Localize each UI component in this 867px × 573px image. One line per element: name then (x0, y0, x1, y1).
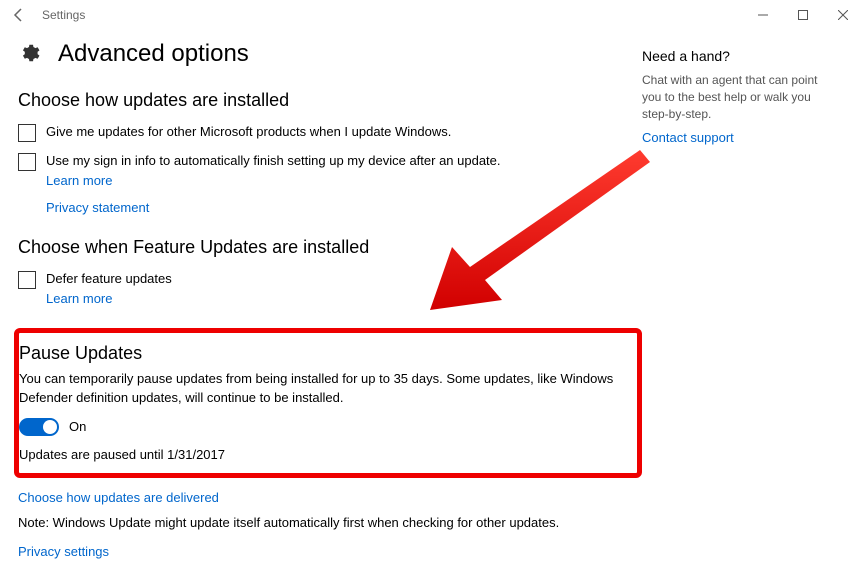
minimize-button[interactable] (743, 0, 783, 30)
close-button[interactable] (823, 0, 863, 30)
update-note: Note: Windows Update might update itself… (18, 515, 642, 530)
maximize-button[interactable] (783, 0, 823, 30)
checkbox-label: Defer feature updates (46, 270, 172, 289)
main-panel: Advanced options Choose how updates are … (18, 40, 642, 559)
window-titlebar: Settings (0, 0, 867, 30)
arrow-left-icon (11, 7, 27, 23)
checkbox-label: Use my sign in info to automatically fin… (46, 152, 501, 171)
pause-status-text: Updates are paused until 1/31/2017 (19, 446, 627, 465)
side-heading: Need a hand? (642, 48, 837, 64)
checkbox-sign-in-info[interactable] (18, 153, 36, 171)
section-heading: Choose when Feature Updates are installe… (18, 237, 642, 258)
pause-updates-toggle[interactable] (19, 418, 59, 436)
privacy-statement-link[interactable]: Privacy statement (46, 200, 642, 215)
pause-updates-heading: Pause Updates (19, 343, 627, 364)
checkbox-other-microsoft-products[interactable] (18, 124, 36, 142)
pause-updates-description: You can temporarily pause updates from b… (19, 370, 627, 408)
pause-updates-highlight: Pause Updates You can temporarily pause … (14, 328, 642, 478)
section-install-updates: Choose how updates are installed Give me… (18, 90, 642, 215)
learn-more-link[interactable]: Learn more (46, 291, 642, 306)
section-feature-updates: Choose when Feature Updates are installe… (18, 237, 642, 306)
delivery-link[interactable]: Choose how updates are delivered (18, 490, 219, 505)
app-title: Settings (42, 8, 85, 22)
gear-icon (18, 42, 40, 67)
section-heading: Choose how updates are installed (18, 90, 642, 111)
contact-support-link[interactable]: Contact support (642, 130, 734, 145)
side-text: Chat with an agent that can point you to… (642, 72, 837, 122)
checkbox-defer-feature-updates[interactable] (18, 271, 36, 289)
window-controls (743, 0, 863, 30)
toggle-label: On (69, 419, 86, 434)
side-panel: Need a hand? Chat with an agent that can… (642, 40, 837, 559)
page-title: Advanced options (58, 40, 249, 68)
privacy-settings-link[interactable]: Privacy settings (18, 544, 109, 559)
checkbox-label: Give me updates for other Microsoft prod… (46, 123, 451, 142)
back-button[interactable] (4, 0, 34, 30)
learn-more-link[interactable]: Learn more (46, 173, 642, 188)
